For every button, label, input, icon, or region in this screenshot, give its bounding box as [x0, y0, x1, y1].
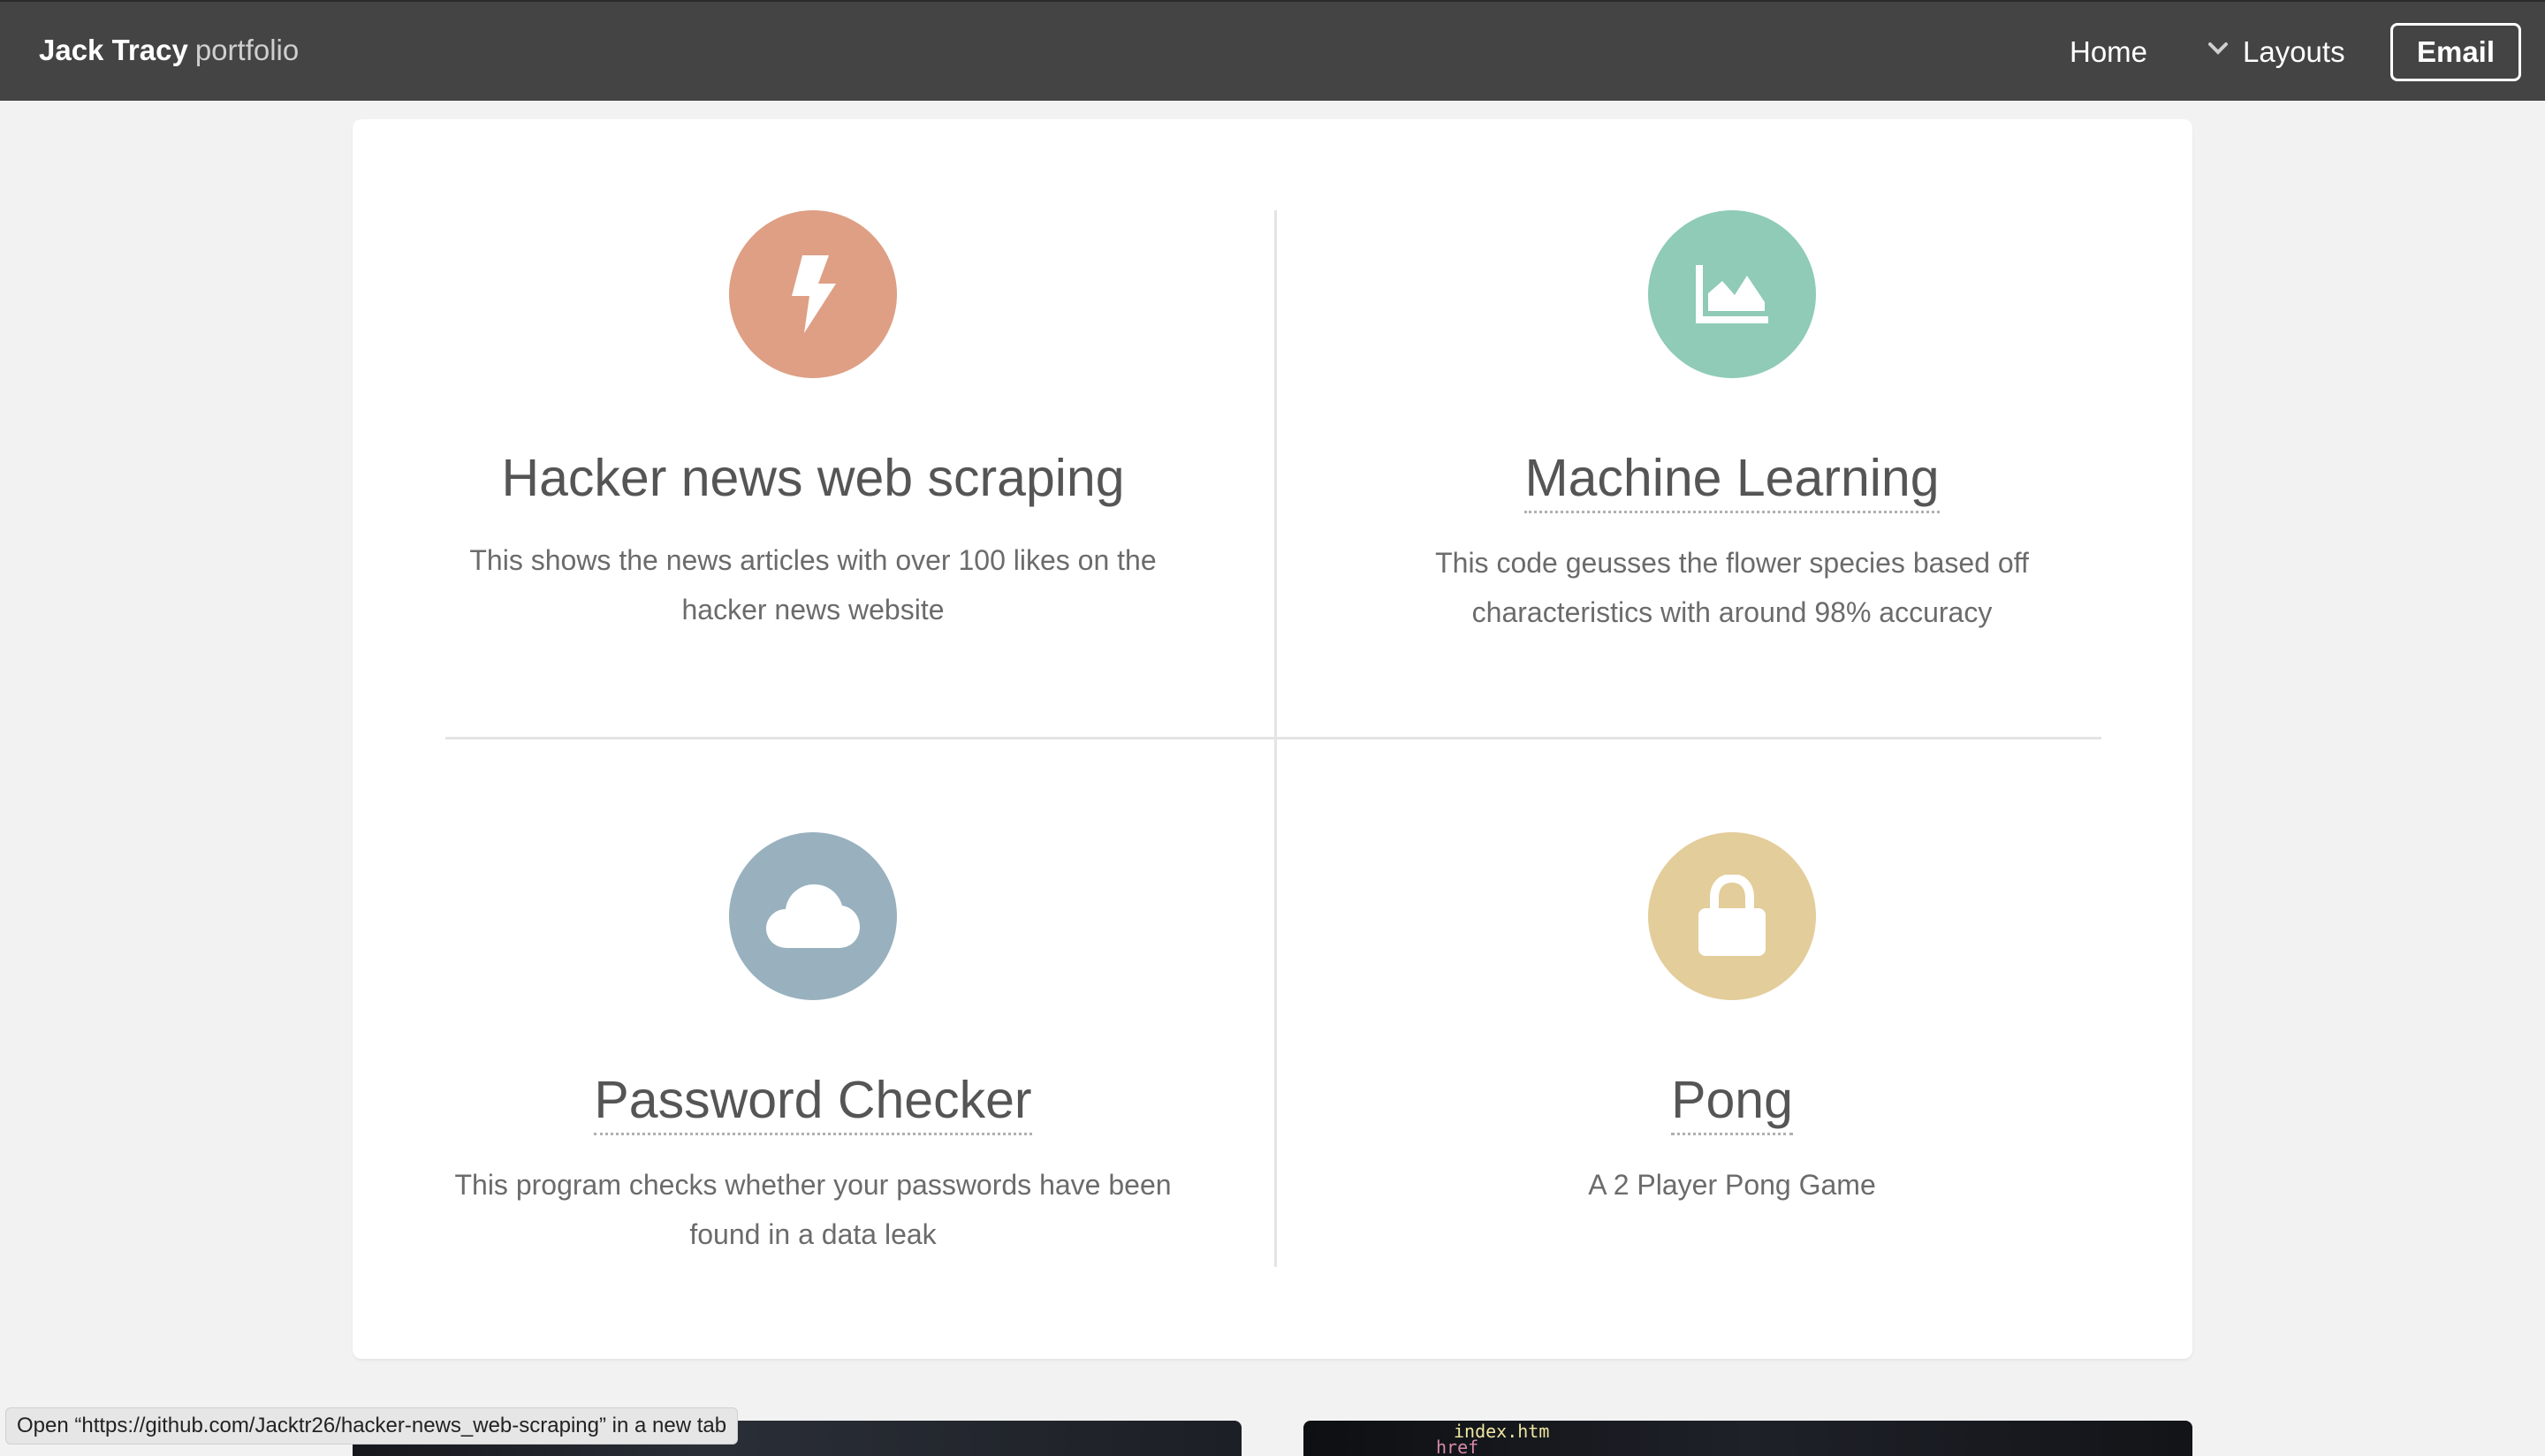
feature-title-link[interactable]: Machine Learning: [1524, 447, 1940, 513]
feature-machine-learning: Machine Learning This code geusses the f…: [1334, 210, 2130, 637]
email-button[interactable]: Email: [2390, 23, 2521, 81]
code-snippet-line: href: [1436, 1437, 1479, 1456]
brand-logo[interactable]: Jack Tracy portfolio: [39, 34, 299, 67]
feature-icon-circle: [1648, 832, 1816, 1000]
lock-icon: [1698, 875, 1766, 956]
link-status-bar: Open “https://github.com/Jacktr26/hacker…: [5, 1407, 739, 1445]
feature-password-checker: Password Checker This program checks whe…: [415, 832, 1211, 1259]
feature-hacker-news: Hacker news web scraping This shows the …: [415, 210, 1211, 634]
feature-pong: Pong A 2 Player Pong Game: [1334, 832, 2130, 1210]
brand-name: Jack Tracy: [39, 34, 188, 66]
cloud-icon: [766, 884, 860, 948]
feature-description: A 2 Player Pong Game: [1588, 1169, 1876, 1201]
nav-home-link[interactable]: Home: [2070, 35, 2147, 69]
feature-icon-circle: [729, 210, 897, 378]
grid-divider-horizontal: [445, 737, 2101, 739]
feature-icon-circle: [729, 832, 897, 1000]
feature-title[interactable]: Hacker news web scraping: [501, 447, 1124, 511]
feature-description: This program checks whether your passwor…: [454, 1169, 1172, 1250]
nav-layouts-dropdown[interactable]: Layouts: [2207, 35, 2345, 69]
nav-layouts-label: Layouts: [2243, 35, 2345, 68]
area-chart-icon: [1696, 265, 1768, 323]
feature-title-link[interactable]: Pong: [1671, 1069, 1793, 1135]
top-navbar: Jack Tracy portfolio Home Layouts Email: [0, 0, 2545, 101]
feature-description: This shows the news articles with over 1…: [469, 544, 1157, 626]
brand-subtitle: portfolio: [194, 34, 300, 66]
feature-title-link[interactable]: Password Checker: [594, 1069, 1032, 1135]
bolt-icon: [792, 255, 836, 333]
chevron-down-icon: [2208, 42, 2228, 55]
project-thumbnail-right[interactable]: index.htm href: [1303, 1421, 2192, 1456]
feature-icon-circle: [1648, 210, 1816, 378]
feature-description: This code geusses the flower species bas…: [1435, 547, 2029, 628]
